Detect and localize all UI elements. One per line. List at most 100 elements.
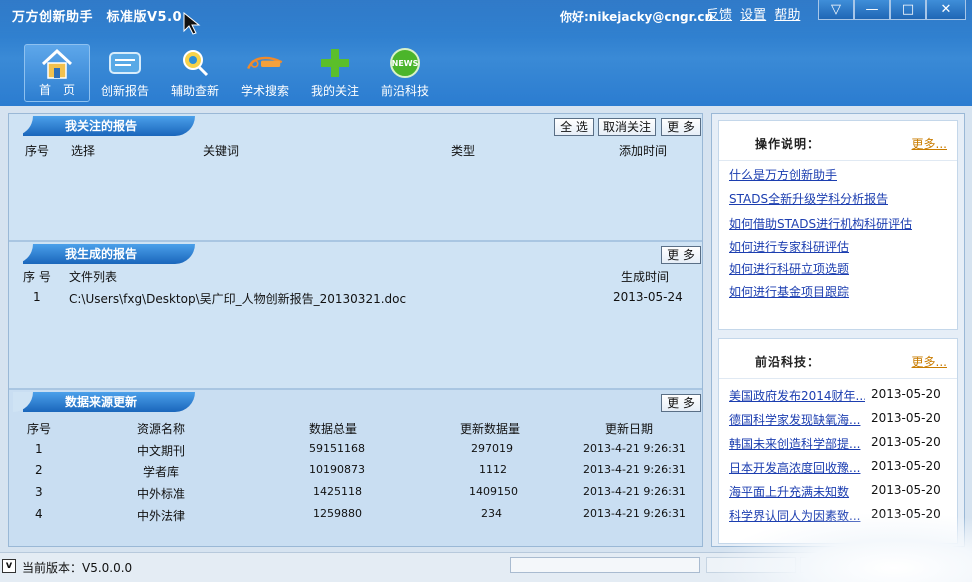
title-bar: 万方创新助手 标准版V5.0 你好:nikejacky@cngr.cn 反馈 设… [0,0,972,106]
col-updated-count: 更新数据量 [460,422,521,436]
nav-home-label: 首 页 [38,83,75,97]
version-label: 当前版本：V5.0.0.0 [22,561,133,575]
nav-my-follows-label: 我的关注 [310,84,359,98]
settings-link[interactable]: 设置 [740,8,766,23]
data-sources-section: 数据来源更新 更 多 序号 资源名称 数据总量 更新数据量 更新日期 1 中文期… [9,390,702,546]
nav-my-follows[interactable]: 我的关注 [300,44,370,102]
source-row-updated: 234 [481,507,502,520]
frontier-item-date: 2013-05-20 [871,483,941,497]
col-file-list: 文件列表 [69,270,118,284]
news-icon: NEWS [385,44,425,82]
report-row-no: 1 [33,290,41,304]
left-panel: 我关注的报告 全 选 取消关注 更 多 序号 选择 关键词 类型 添加时间 我生… [8,113,703,547]
instructions-more-link[interactable]: 更多... [912,135,947,152]
instructions-panel: 操作说明： 更多... 什么是万方创新助手 STADS全新升级学科分析报告 如何… [718,120,958,330]
source-row-no: 3 [35,485,43,499]
followed-reports-title: 我关注的报告 [13,116,195,136]
frontier-item-date: 2013-05-20 [871,387,941,401]
minimize-button[interactable]: — [854,0,890,20]
top-links: 反馈 设置 帮助 [706,4,804,23]
nav-frontier-tech[interactable]: NEWS 前沿科技 [370,44,440,102]
frontier-more-link[interactable]: 更多... [912,353,947,370]
frontier-item-title[interactable]: 海平面上升充满未知数 [729,483,865,500]
generated-reports-section: 我生成的报告 更 多 序 号 文件列表 生成时间 1 C:\Users\fxg\… [9,242,702,388]
frontier-item-title[interactable]: 韩国未来创造科学部提... [729,435,865,452]
right-panel: 操作说明： 更多... 什么是万方创新助手 STADS全新升级学科分析报告 如何… [711,113,965,547]
col-select: 选择 [71,144,96,158]
nav-innovation-report-label: 创新报告 [100,84,149,98]
instruction-link[interactable]: 如何进行科研立项选题 [729,260,849,277]
report-row-file[interactable]: C:\Users\fxg\Desktop\吴广印_人物创新报告_20130321… [69,290,406,307]
nav-academic-search[interactable]: 学术搜索 [230,44,300,102]
nav-innovation-report[interactable]: 创新报告 [90,44,160,102]
instruction-link[interactable]: STADS全新升级学科分析报告 [729,190,888,207]
generated-reports-title: 我生成的报告 [13,244,195,264]
close-button[interactable]: ✕ [926,0,966,20]
plus-icon [315,44,355,82]
report-row-time: 2013-05-24 [613,290,683,304]
source-row-total: 1425118 [313,485,362,498]
source-row-total: 59151168 [309,442,365,455]
home-icon [37,45,77,83]
frontier-item-title[interactable]: 美国政府发布2014财年... [729,387,865,404]
frontier-item-date: 2013-05-20 [871,459,941,473]
col-resource-name: 资源名称 [137,422,186,436]
main-toolbar: 首 页 创新报告 辅助查新 学术搜索 我的关注 NEWS 前沿科技 [24,44,440,102]
frontier-title: 前沿科技： [755,355,821,369]
followed-more-button[interactable]: 更 多 [661,118,701,136]
instruction-link[interactable]: 如何进行专家科研评估 [729,238,849,255]
frontier-item-date: 2013-05-20 [871,435,941,449]
source-row-date: 2013-4-21 9:26:31 [583,485,686,498]
source-row-no: 1 [35,442,43,456]
followed-reports-section: 我关注的报告 全 选 取消关注 更 多 序号 选择 关键词 类型 添加时间 [9,114,702,240]
source-row-date: 2013-4-21 9:26:31 [583,463,686,476]
unfollow-button[interactable]: 取消关注 [598,118,656,136]
nav-assisted-novelty-search-label: 辅助查新 [170,84,219,98]
col-no: 序号 [25,144,50,158]
generated-more-button[interactable]: 更 多 [661,246,701,264]
col-updated-date: 更新日期 [605,422,654,436]
dropdown-menu-button[interactable]: ▽ [818,0,854,20]
source-row-no: 2 [35,463,43,477]
app-title: 万方创新助手 标准版V5.0 [12,10,183,25]
svg-text:NEWS: NEWS [392,59,419,68]
nav-home[interactable]: 首 页 [24,44,90,102]
search-assist-icon [175,44,215,82]
window-controls: ▽ — □ ✕ [818,0,966,20]
instructions-header: 操作说明： 更多... [719,121,957,161]
nav-assisted-novelty-search[interactable]: 辅助查新 [160,44,230,102]
col-no: 序 号 [23,270,51,284]
source-row-no: 4 [35,507,43,521]
instruction-link[interactable]: 什么是万方创新助手 [729,166,837,183]
source-row-name: 中外法律 [137,509,186,523]
source-row-updated: 1112 [479,463,507,476]
frontier-item-title[interactable]: 德国科学家发现缺氧海... [729,411,865,428]
source-row-date: 2013-4-21 9:26:31 [583,507,686,520]
frontier-item-date: 2013-05-20 [871,411,941,425]
source-row-updated: 1409150 [469,485,518,498]
data-sources-header: 数据来源更新 更 多 [9,390,702,414]
col-generated-time: 生成时间 [621,270,670,284]
select-all-button[interactable]: 全 选 [554,118,594,136]
feedback-link[interactable]: 反馈 [706,8,732,23]
science-icon [245,44,285,82]
data-sources-title: 数据来源更新 [13,392,195,412]
col-keyword: 关键词 [203,144,240,158]
frontier-item-title[interactable]: 日本开发高浓度回收豫... [729,459,865,476]
followed-reports-header: 我关注的报告 全 选 取消关注 更 多 [9,114,702,138]
instruction-link[interactable]: 如何借助STADS进行机构科研评估 [729,215,912,232]
instruction-link[interactable]: 如何进行基金项目跟踪 [729,283,849,300]
help-link[interactable]: 帮助 [774,8,800,23]
source-row-total: 1259880 [313,507,362,520]
maximize-button[interactable]: □ [890,0,926,20]
source-row-name: 中文期刊 [137,444,186,458]
frontier-header: 前沿科技： 更多... [719,339,957,379]
sources-more-button[interactable]: 更 多 [661,394,701,412]
source-row-updated: 297019 [471,442,513,455]
mouse-cursor-icon [183,12,201,35]
source-row-total: 10190873 [309,463,365,476]
source-row-date: 2013-4-21 9:26:31 [583,442,686,455]
status-checkbox[interactable]: v [2,559,16,573]
white-overlay-decoration [712,512,972,582]
report-icon [105,44,145,82]
